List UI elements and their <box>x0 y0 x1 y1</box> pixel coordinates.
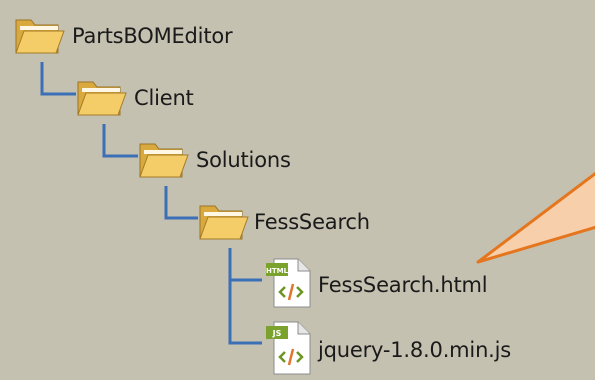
file-type-badge: JS <box>272 329 282 338</box>
file-type-badge: HTML <box>266 267 289 275</box>
js-file-icon: JS <box>264 320 318 380</box>
tree-item-label: Client <box>134 86 194 110</box>
folder-icon <box>198 198 250 246</box>
tree-item-solutions[interactable]: Solutions <box>138 136 291 184</box>
tree-item-jquery-js[interactable]: JS jquery-1.8.0.min.js <box>264 320 511 380</box>
tree-item-fesssearch[interactable]: FessSearch <box>198 198 370 246</box>
file-tree-diagram: PartsBOMEditor Client Solutions FessSear… <box>0 0 595 379</box>
tree-item-client[interactable]: Client <box>76 74 194 122</box>
html-file-icon: HTML <box>264 257 318 313</box>
tree-item-label: PartsBOMEditor <box>72 24 233 48</box>
tree-item-label: FessSearch.html <box>318 273 488 297</box>
tree-item-partsbomeditor[interactable]: PartsBOMEditor <box>14 12 233 60</box>
tree-item-label: Solutions <box>196 148 291 172</box>
folder-icon <box>14 12 66 60</box>
tree-item-label: FessSearch <box>254 210 370 234</box>
folder-icon <box>76 74 128 122</box>
tree-item-fesssearch-html[interactable]: HTML FessSearch.html <box>264 257 488 313</box>
tree-item-label: jquery-1.8.0.min.js <box>318 338 512 362</box>
folder-icon <box>138 136 190 184</box>
